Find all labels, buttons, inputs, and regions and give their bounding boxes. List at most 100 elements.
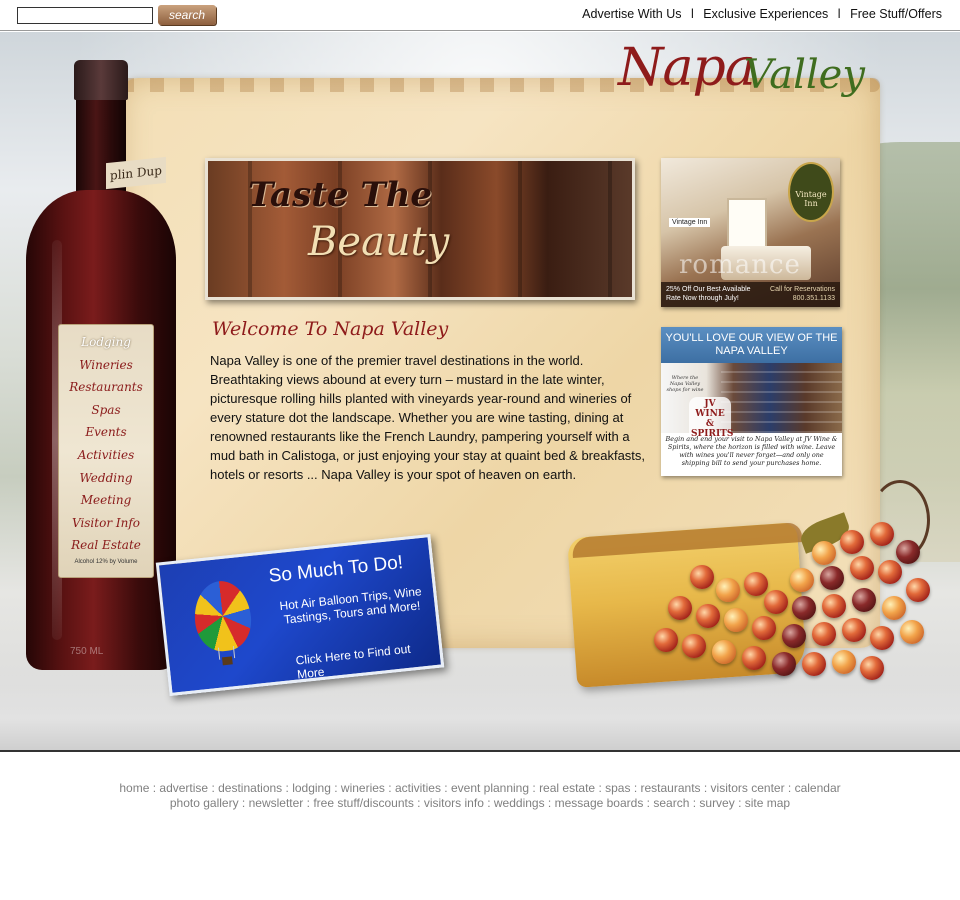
wine-bottle-nav: plin Dup Lodging Wineries Restaurants Sp… — [26, 60, 176, 670]
grape — [802, 652, 826, 676]
separator: : — [238, 796, 249, 810]
vintage-inn-badge: Vintage Inn — [788, 162, 834, 222]
nav-lodging[interactable]: Lodging — [59, 331, 153, 354]
vintage-inn-ad[interactable]: Vintage Inn Vintage Inn romance 25% Off … — [661, 158, 840, 307]
advertise-with-us-link[interactable]: Advertise With Us — [582, 7, 681, 21]
separator: : — [483, 796, 494, 810]
separator: : — [784, 781, 795, 795]
footer-link-destinations[interactable]: destinations — [218, 781, 282, 795]
promo-title: So Much To Do! — [267, 552, 404, 587]
footer-link-activities[interactable]: activities — [395, 781, 441, 795]
free-stuff-offers-link[interactable]: Free Stuff/Offers — [850, 7, 942, 21]
nav-meeting[interactable]: Meeting — [59, 489, 153, 512]
separator: : — [303, 796, 314, 810]
jv-description: Begin and end your visit to Napa Valley … — [665, 435, 838, 467]
separator: : — [440, 781, 451, 795]
grape — [832, 650, 856, 674]
grape — [682, 634, 706, 658]
taste-the-beauty-banner: Taste The Beauty — [205, 158, 635, 300]
footer-link-real-estate[interactable]: real estate — [539, 781, 595, 795]
grape — [900, 620, 924, 644]
so-much-to-do-promo[interactable]: So Much To Do! Hot Air Balloon Trips, Wi… — [155, 533, 445, 697]
balloon-basket — [222, 656, 233, 666]
footer-row-2: photo gallery : newsletter : free stuff/… — [0, 796, 960, 811]
logo-napa-text: Napa — [618, 38, 756, 98]
alcohol-label: Alcohol 12% by Volume — [74, 558, 138, 565]
footer-row-1: home : advertise : destinations : lodgin… — [0, 781, 960, 796]
footer-link-restaurants[interactable]: restaurants — [641, 781, 701, 795]
grape — [870, 626, 894, 650]
nav-spas[interactable]: Spas — [59, 399, 153, 422]
grape — [906, 578, 930, 602]
separator: : — [643, 796, 654, 810]
grape — [842, 618, 866, 642]
separator: : — [595, 781, 606, 795]
footer-link-survey[interactable]: survey — [699, 796, 734, 810]
separator: : — [282, 781, 293, 795]
footer-link-advertise[interactable]: advertise — [159, 781, 208, 795]
footer-link-photo-gallery[interactable]: photo gallery — [170, 796, 239, 810]
separator: : — [700, 781, 711, 795]
footer-link-calendar[interactable]: calendar — [795, 781, 841, 795]
hero-bottom-fade — [0, 672, 960, 750]
grape — [790, 568, 814, 592]
footer-link-newsletter[interactable]: newsletter — [249, 796, 304, 810]
logo-valley-text: Valley — [744, 52, 865, 98]
footer-link-wineries[interactable]: wineries — [341, 781, 385, 795]
grape — [744, 572, 768, 596]
hot-air-balloon-icon — [191, 578, 255, 654]
nav-visitor-info[interactable]: Visitor Info — [59, 512, 153, 535]
romance-overlay-text: romance — [679, 250, 801, 280]
grape — [812, 541, 836, 565]
separator: : — [384, 781, 395, 795]
jv-wine-spirits-ad[interactable]: YOU'LL LOVE OUR VIEW OF THE NAPA VALLEY … — [661, 327, 842, 476]
footer-link-site-map[interactable]: site map — [745, 796, 790, 810]
footer-link-home[interactable]: home — [119, 781, 149, 795]
banner-line-1: Taste The — [248, 175, 433, 215]
grape — [764, 590, 788, 614]
footer-link-spas[interactable]: spas — [605, 781, 630, 795]
nav-wineries[interactable]: Wineries — [59, 354, 153, 377]
footer-link-message-boards[interactable]: message boards — [555, 796, 644, 810]
nav-wedding[interactable]: Wedding — [59, 467, 153, 490]
footer-link-search[interactable]: search — [653, 796, 689, 810]
grape — [860, 656, 884, 680]
inn-window-image — [727, 198, 767, 248]
footer-link-visitors-center[interactable]: visitors center — [711, 781, 785, 795]
grape — [654, 628, 678, 652]
jv-tagline: Where the Napa Valley shops for wine — [666, 375, 704, 393]
footer-link-weddings[interactable]: weddings — [494, 796, 545, 810]
grape — [668, 596, 692, 620]
grape — [724, 608, 748, 632]
footer-link-free-stuff[interactable]: free stuff/discounts — [313, 796, 414, 810]
exclusive-experiences-link[interactable]: Exclusive Experiences — [703, 7, 828, 21]
napa-valley-logo[interactable]: Napa Valley — [618, 38, 898, 118]
promo-subtitle: Hot Air Balloon Trips, Wine Tastings, To… — [278, 584, 423, 627]
footer-divider — [0, 750, 960, 752]
grape — [752, 616, 776, 640]
footer-links: home : advertise : destinations : lodgin… — [0, 781, 960, 811]
nav-activities[interactable]: Activities — [59, 444, 153, 467]
footer-link-visitors-info[interactable]: visitors info — [424, 796, 484, 810]
inn-offer-bar: 25% Off Our Best Available Rate Now thro… — [661, 282, 840, 307]
grape — [878, 560, 902, 584]
grape — [850, 556, 874, 580]
search-button[interactable]: search — [158, 5, 216, 25]
top-links: Advertise With Us l Exclusive Experience… — [582, 7, 942, 21]
grape — [696, 604, 720, 628]
welcome-paragraph: Napa Valley is one of the premier travel… — [210, 353, 646, 482]
top-bar: search Advertise With Us l Exclusive Exp… — [0, 0, 960, 31]
jv-headline: YOU'LL LOVE OUR VIEW OF THE NAPA VALLEY — [661, 327, 842, 363]
nav-real-estate[interactable]: Real Estate — [59, 534, 153, 557]
nav-restaurants[interactable]: Restaurants — [59, 376, 153, 399]
search-input[interactable] — [17, 7, 153, 24]
nav-events[interactable]: Events — [59, 421, 153, 444]
welcome-heading: Welcome To Napa Valley — [212, 318, 449, 340]
footer-link-lodging[interactable]: lodging — [292, 781, 331, 795]
jv-wine-shelves — [721, 363, 842, 433]
separator: : — [529, 781, 540, 795]
grape — [772, 652, 796, 676]
separator: : — [413, 796, 424, 810]
footer-link-event-planning[interactable]: event planning — [451, 781, 529, 795]
bottle-label-menu: Lodging Wineries Restaurants Spas Events… — [58, 324, 154, 578]
